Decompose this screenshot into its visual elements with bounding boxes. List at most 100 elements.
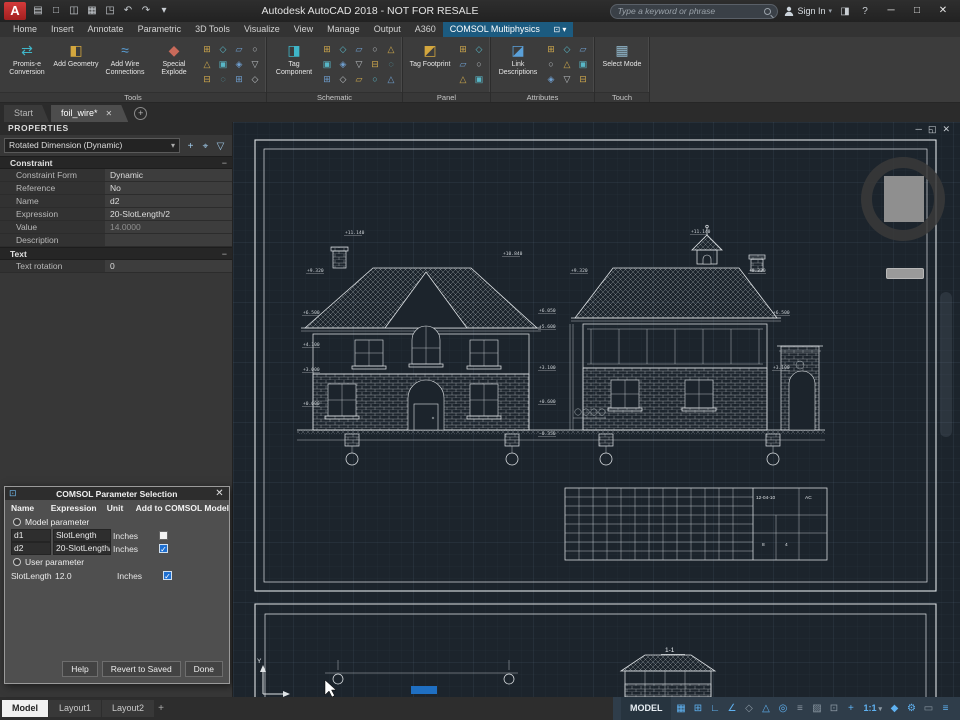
- ribbon-small-tool-icon[interactable]: △: [560, 57, 574, 72]
- lineweight-icon[interactable]: ≡: [791, 697, 808, 720]
- ribbon-button-special-explode[interactable]: ◆Special Explode: [151, 39, 197, 77]
- new-drawing-icon[interactable]: □: [48, 3, 64, 19]
- drawing-close-icon[interactable]: ✕: [942, 124, 950, 134]
- ribbon-small-tool-icon[interactable]: ◇: [336, 72, 350, 87]
- ribbon-small-tool-icon[interactable]: ◇: [560, 42, 574, 57]
- file-tab-start[interactable]: Start: [4, 105, 49, 122]
- annotation-visibility-icon[interactable]: ◆: [886, 697, 903, 720]
- ribbon-small-tool-icon[interactable]: ◈: [544, 72, 558, 87]
- ribbon-tab-insert[interactable]: Insert: [44, 22, 81, 37]
- ribbon-small-tool-icon[interactable]: ▣: [216, 57, 230, 72]
- help-icon[interactable]: ?: [858, 6, 872, 17]
- ribbon-small-tool-icon[interactable]: ⊟: [368, 57, 382, 72]
- ribbon-small-tool-icon[interactable]: ▱: [576, 42, 590, 57]
- autocad-logo-icon[interactable]: A: [4, 2, 26, 20]
- param-checkbox[interactable]: [159, 531, 168, 540]
- ribbon-small-tool-icon[interactable]: △: [384, 42, 398, 57]
- select-objects-icon[interactable]: ⌖: [198, 138, 213, 153]
- ribbon-tab-output[interactable]: Output: [367, 22, 408, 37]
- new-layout-button[interactable]: +: [154, 702, 168, 716]
- workspace-switching-icon[interactable]: ⚙: [903, 697, 920, 720]
- isometric-drafting-icon[interactable]: ◇: [740, 697, 757, 720]
- annotation-scale-label[interactable]: 1:1▾: [859, 697, 886, 720]
- undo-icon[interactable]: ↶: [120, 3, 136, 19]
- help-search-input[interactable]: Type a keyword or phrase: [610, 4, 778, 19]
- navigation-pill[interactable]: [886, 268, 924, 279]
- layout-tab-layout2[interactable]: Layout2: [102, 700, 154, 717]
- ribbon-small-tool-icon[interactable]: ▣: [576, 57, 590, 72]
- ribbon-tab-view[interactable]: View: [287, 22, 320, 37]
- ribbon-tab-annotate[interactable]: Annotate: [81, 22, 131, 37]
- drawing-canvas[interactable]: ─ ◱ ✕: [233, 122, 960, 697]
- ribbon-panel-label[interactable]: Tools: [0, 92, 266, 102]
- ribbon-small-tool-icon[interactable]: ⊟: [200, 72, 214, 87]
- ribbon-small-tool-icon[interactable]: ▱: [456, 57, 470, 72]
- maximize-button[interactable]: □: [904, 1, 930, 21]
- snap-mode-icon[interactable]: ⊞: [689, 697, 706, 720]
- ribbon-small-tool-icon[interactable]: ▽: [560, 72, 574, 87]
- ribbon-panel-label[interactable]: Attributes: [491, 92, 594, 102]
- ribbon-small-tool-icon[interactable]: ◇: [336, 42, 350, 57]
- ribbon-small-tool-icon[interactable]: ⊞: [320, 42, 334, 57]
- ribbon-button-add-geometry[interactable]: ◧Add Geometry: [53, 39, 99, 69]
- ribbon-panel-label[interactable]: Panel: [403, 92, 490, 102]
- ribbon-small-tool-icon[interactable]: △: [200, 57, 214, 72]
- ribbon-small-tool-icon[interactable]: ▽: [248, 57, 262, 72]
- model-parameter-radio[interactable]: Model parameter: [5, 515, 229, 529]
- param-checkbox[interactable]: ✓: [163, 571, 172, 580]
- object-type-dropdown[interactable]: Rotated Dimension (Dynamic) ▾: [4, 138, 180, 153]
- user-parameter-radio[interactable]: User parameter: [5, 555, 229, 569]
- qat-dropdown-icon[interactable]: ▾: [156, 3, 172, 19]
- ribbon-panel-label[interactable]: Schematic: [267, 92, 402, 102]
- close-tab-icon[interactable]: ✕: [106, 109, 113, 118]
- ribbon-small-tool-icon[interactable]: ⊞: [320, 72, 334, 87]
- section-header-text[interactable]: Text−: [0, 247, 232, 260]
- workspace-icon[interactable]: ▤: [30, 3, 46, 19]
- ribbon-tab-comsol-multiphysics[interactable]: COMSOL Multiphysics: [443, 22, 547, 37]
- customization-icon[interactable]: ≡: [937, 697, 954, 720]
- ribbon-button-add-wire-connections[interactable]: ≈Add Wire Connections: [102, 39, 148, 77]
- file-tab-foil-wire[interactable]: foil_wire*✕: [51, 105, 128, 122]
- ribbon-small-tool-icon[interactable]: ◈: [336, 57, 350, 72]
- ribbon-small-tool-icon[interactable]: △: [456, 72, 470, 87]
- layout-tab-model[interactable]: Model: [2, 700, 48, 717]
- selection-cycling-icon[interactable]: ⊡: [825, 697, 842, 720]
- ribbon-button-link-descriptions[interactable]: ◪Link Descriptions: [495, 39, 541, 77]
- done-button[interactable]: Done: [185, 661, 223, 677]
- ribbon-small-tool-icon[interactable]: ◌: [216, 72, 230, 87]
- plot-icon[interactable]: ◳: [102, 3, 118, 19]
- ribbon-tab-a360[interactable]: A360: [408, 22, 443, 37]
- polar-tracking-icon[interactable]: ∠: [723, 697, 740, 720]
- ribbon-small-tool-icon[interactable]: ◇: [472, 42, 486, 57]
- toggle-pickadd-icon[interactable]: +: [183, 138, 198, 153]
- ribbon-small-tool-icon[interactable]: ◇: [216, 42, 230, 57]
- ribbon-small-tool-icon[interactable]: ○: [472, 57, 486, 72]
- ribbon-small-tool-icon[interactable]: ◈: [232, 57, 246, 72]
- revert-to-saved-button[interactable]: Revert to Saved: [102, 661, 181, 677]
- ribbon-small-tool-icon[interactable]: ○: [368, 42, 382, 57]
- open-drawing-icon[interactable]: ◫: [66, 3, 82, 19]
- property-value[interactable]: 14.0000: [105, 221, 232, 233]
- property-value[interactable]: [105, 234, 232, 246]
- ribbon-small-tool-icon[interactable]: ▱: [232, 42, 246, 57]
- property-value[interactable]: 0: [105, 260, 232, 272]
- ribbon-small-tool-icon[interactable]: ▣: [472, 72, 486, 87]
- ribbon-small-tool-icon[interactable]: ▣: [320, 57, 334, 72]
- ribbon-tab-visualize[interactable]: Visualize: [237, 22, 287, 37]
- property-value[interactable]: Dynamic: [105, 169, 232, 181]
- property-value[interactable]: 20-SlotLength/2: [105, 208, 232, 220]
- ribbon-small-tool-icon[interactable]: △: [384, 72, 398, 87]
- ribbon-button-tag-component[interactable]: ◨Tag Component: [271, 39, 317, 77]
- navigation-bar[interactable]: [940, 292, 952, 437]
- comsol-dialog-titlebar[interactable]: ⊡ COMSOL Parameter Selection ✕: [5, 487, 229, 500]
- transparency-icon[interactable]: ▨: [808, 697, 825, 720]
- ribbon-button-select-mode[interactable]: ▦Select Mode: [599, 39, 645, 69]
- ribbon-small-tool-icon[interactable]: ⊞: [200, 42, 214, 57]
- model-space-button[interactable]: MODEL: [621, 697, 672, 720]
- ribbon-button-promis-e-conversion[interactable]: ⇄Promis-e Conversion: [4, 39, 50, 77]
- ribbon-small-tool-icon[interactable]: ⊟: [576, 72, 590, 87]
- signin-button[interactable]: Sign In ▾: [784, 6, 832, 16]
- ribbon-small-tool-icon[interactable]: ▱: [352, 42, 366, 57]
- drawing-minimize-icon[interactable]: ─: [916, 124, 922, 134]
- layout-tab-layout1[interactable]: Layout1: [49, 700, 101, 717]
